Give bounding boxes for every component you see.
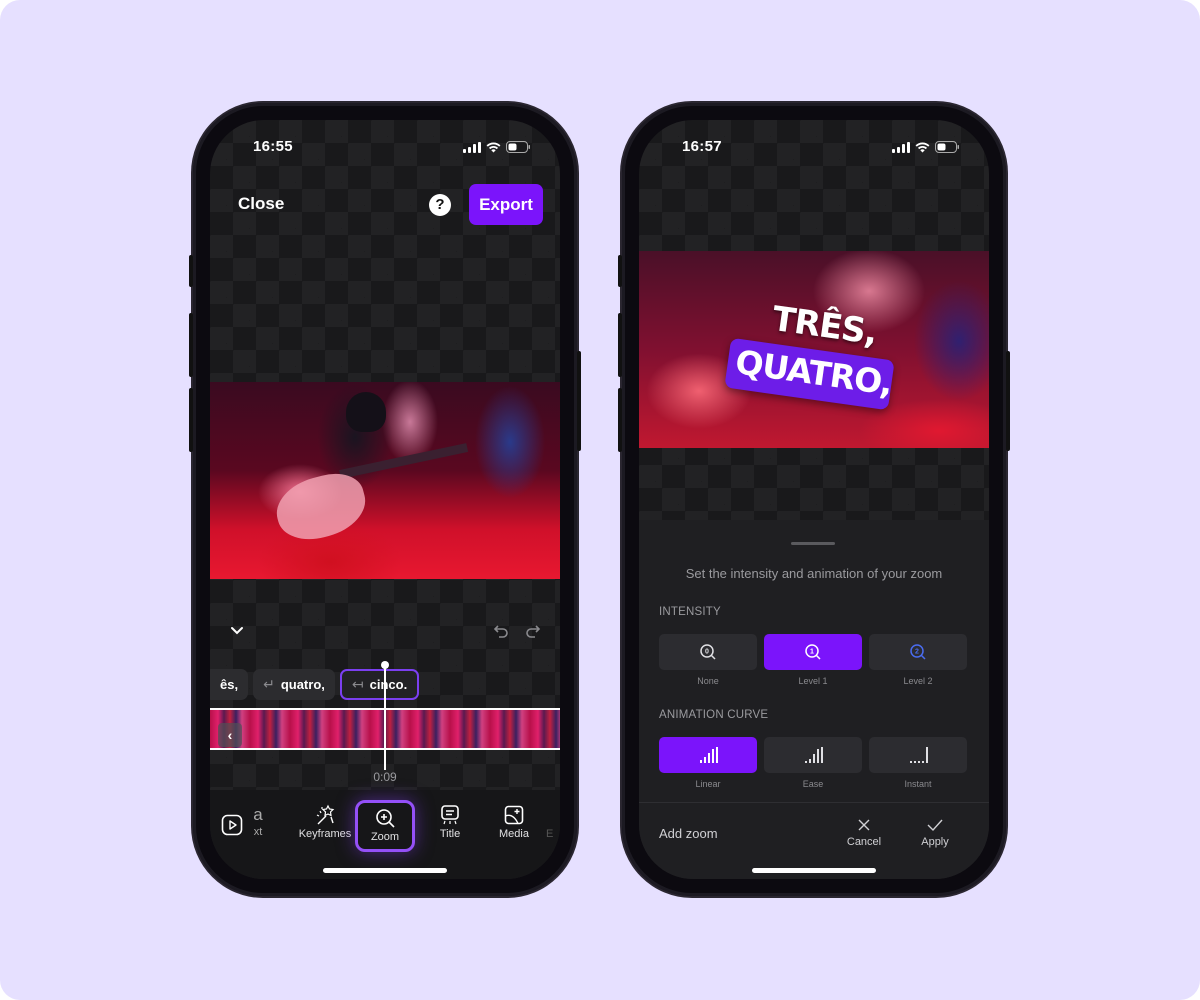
status-time: 16:55 xyxy=(253,138,293,155)
linear-curve-icon xyxy=(700,747,718,763)
video-preview[interactable] xyxy=(210,382,560,579)
volume-down-button xyxy=(618,388,622,452)
phone-editor: 16:55 Close ? Export ês, ↵ quatro, ↤ cin… xyxy=(189,103,581,896)
intensity-none-button[interactable]: 0 xyxy=(659,634,757,670)
sheet-grabber[interactable] xyxy=(791,542,835,545)
tool-keyframes[interactable]: Keyframes xyxy=(292,804,358,848)
keyframes-icon xyxy=(316,804,335,825)
tool-title[interactable]: Title xyxy=(420,804,480,848)
editor-screen: 16:55 Close ? Export ês, ↵ quatro, ↤ cin… xyxy=(210,120,560,879)
zoom-level-0-icon: 0 xyxy=(700,644,716,660)
ease-curve-icon xyxy=(805,747,823,763)
volume-down-button xyxy=(189,388,193,452)
battery-icon xyxy=(935,141,959,153)
title-icon xyxy=(441,805,459,825)
wifi-icon xyxy=(486,142,501,153)
svg-text:1: 1 xyxy=(810,649,814,656)
tool-zoom[interactable]: Zoom xyxy=(355,800,415,852)
phone-zoom-settings: 16:57 TRÊS, QUATRO, Set the intensity an… xyxy=(618,103,1010,896)
wifi-icon xyxy=(915,142,930,153)
svg-text:0: 0 xyxy=(705,649,709,656)
battery-icon xyxy=(506,141,530,153)
play-icon xyxy=(221,814,243,836)
chevron-left-icon[interactable]: ‹ xyxy=(218,723,242,747)
zoomed-video-preview[interactable]: TRÊS, QUATRO, xyxy=(639,251,989,448)
close-button[interactable]: Close xyxy=(238,194,284,214)
animation-curve-label: ANIMATION CURVE xyxy=(659,709,769,721)
effects-icon xyxy=(546,804,560,828)
volume-up-button xyxy=(618,313,622,377)
intensity-none-label: None xyxy=(697,676,719,686)
intensity-level1-button[interactable]: 1 xyxy=(764,634,862,670)
curve-linear-button[interactable] xyxy=(659,737,757,773)
zoom-level-2-icon: 2 xyxy=(910,644,926,660)
curve-instant-label: Instant xyxy=(904,779,932,789)
power-button xyxy=(577,351,581,451)
volume-up-button xyxy=(189,313,193,377)
caption-chip[interactable]: ês, xyxy=(210,669,249,700)
mute-switch xyxy=(618,255,622,287)
checkmark-icon xyxy=(927,819,943,832)
line-break-icon: ↵ xyxy=(263,676,275,692)
tool-play[interactable] xyxy=(216,804,248,848)
svg-text:2: 2 xyxy=(915,649,919,656)
curve-linear-label: Linear xyxy=(695,779,721,789)
home-indicator xyxy=(752,868,876,873)
canvas-background: 16:55 Close ? Export ês, ↵ quatro, ↤ cin… xyxy=(0,0,1200,1000)
collapse-chevron-icon[interactable] xyxy=(226,620,248,642)
sheet-title: Set the intensity and animation of your … xyxy=(685,566,943,581)
zoom-level-1-icon: 1 xyxy=(805,644,821,660)
sheet-footer-title: Add zoom xyxy=(659,826,718,841)
caption-track: ês, ↵ quatro, ↤ cinco. xyxy=(210,669,420,701)
curve-instant-button[interactable] xyxy=(869,737,967,773)
media-icon xyxy=(504,805,524,825)
intensity-level1-label: Level 1 xyxy=(798,676,828,686)
playhead-handle[interactable] xyxy=(381,661,389,669)
home-indicator xyxy=(323,868,447,873)
undo-icon[interactable] xyxy=(490,620,512,642)
close-icon xyxy=(858,819,870,831)
apply-button[interactable]: Apply xyxy=(910,818,960,848)
export-button[interactable]: Export xyxy=(469,184,543,225)
editor-header: Close ? Export xyxy=(210,184,560,226)
zoom-settings-sheet: Set the intensity and animation of your … xyxy=(639,520,989,879)
caption-chip-selected[interactable]: ↤ cinco. xyxy=(339,669,420,700)
help-icon[interactable]: ? xyxy=(429,194,451,216)
power-button xyxy=(1006,351,1010,451)
cancel-button[interactable]: Cancel xyxy=(839,818,889,848)
zoom-icon xyxy=(376,809,395,828)
signal-icon xyxy=(463,141,481,153)
zoom-settings-screen: 16:57 TRÊS, QUATRO, Set the intensity an… xyxy=(639,120,989,879)
curve-ease-label: Ease xyxy=(802,779,824,789)
status-bar: 16:55 xyxy=(210,138,560,160)
video-frame-detail xyxy=(269,466,373,548)
intensity-label: INTENSITY xyxy=(659,606,721,618)
video-frame-detail xyxy=(339,443,469,479)
signal-icon xyxy=(892,141,910,153)
curve-ease-button[interactable] xyxy=(764,737,862,773)
tool-effects[interactable]: E xyxy=(546,804,560,848)
intensity-level2-button[interactable]: 2 xyxy=(869,634,967,670)
playhead[interactable] xyxy=(384,664,386,770)
tool-text[interactable]: a xt xyxy=(248,804,268,848)
timeline-controls xyxy=(210,620,560,650)
tool-bar: a xt Keyframes Zoom Title Media E xyxy=(210,790,560,879)
status-bar: 16:57 xyxy=(639,138,989,160)
mute-switch xyxy=(189,255,193,287)
video-frame-detail xyxy=(346,392,386,432)
tool-media[interactable]: Media xyxy=(484,804,544,848)
intensity-level2-label: Level 2 xyxy=(903,676,933,686)
caption-chip[interactable]: ↵ quatro, xyxy=(253,669,335,700)
playhead-time: 0:09 xyxy=(373,770,397,784)
sheet-divider xyxy=(639,802,989,803)
status-time: 16:57 xyxy=(682,138,722,155)
instant-curve-icon xyxy=(910,747,928,763)
redo-icon[interactable] xyxy=(522,620,544,642)
line-start-icon: ↤ xyxy=(351,676,364,692)
